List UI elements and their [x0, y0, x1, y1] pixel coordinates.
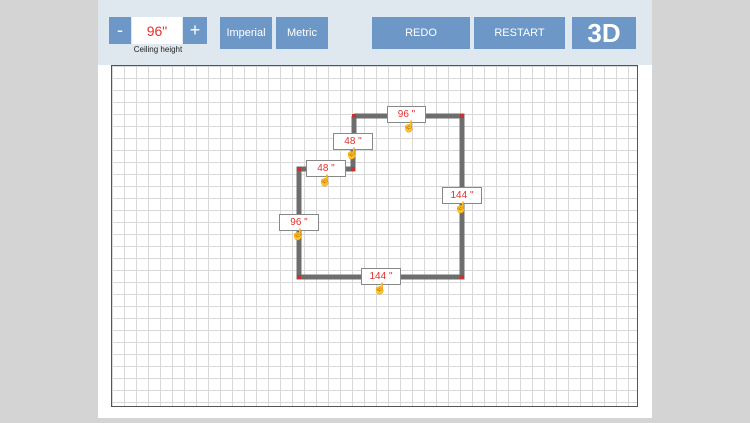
ceiling-height-label: Ceiling height: [133, 45, 183, 54]
toolbar: - 96" + Ceiling height Imperial Metric R…: [98, 0, 652, 65]
floorplan-grid[interactable]: 96 " ☝ 48 " ☝ 48 " ☝ 144 " ☝ 96 " ☝ 144 …: [111, 65, 638, 407]
corner-point[interactable]: [297, 275, 301, 279]
redo-button[interactable]: REDO: [372, 17, 470, 49]
hand-pointer-icon[interactable]: ☝: [402, 122, 416, 133]
imperial-button[interactable]: Imperial: [220, 17, 272, 49]
increase-height-button[interactable]: +: [183, 17, 207, 44]
view-3d-button[interactable]: 3D: [572, 17, 636, 49]
walls-drawing: [296, 113, 465, 280]
corner-point[interactable]: [351, 167, 355, 171]
hand-pointer-icon[interactable]: ☝: [345, 149, 359, 160]
hand-pointer-icon[interactable]: ☝: [373, 284, 387, 295]
corner-point[interactable]: [352, 114, 356, 118]
corner-point[interactable]: [460, 114, 464, 118]
hand-pointer-icon[interactable]: ☝: [318, 176, 332, 187]
floorplan-panel: - 96" + Ceiling height Imperial Metric R…: [98, 0, 652, 418]
hand-pointer-icon[interactable]: ☝: [291, 230, 305, 241]
corner-point[interactable]: [460, 275, 464, 279]
ceiling-height-value: 96": [132, 17, 182, 44]
decrease-height-button[interactable]: -: [109, 17, 131, 44]
metric-button[interactable]: Metric: [276, 17, 328, 49]
wall-path[interactable]: [296, 113, 465, 280]
hand-pointer-icon[interactable]: ☝: [454, 203, 468, 214]
restart-button[interactable]: RESTART: [474, 17, 565, 49]
corner-point[interactable]: [297, 167, 301, 171]
